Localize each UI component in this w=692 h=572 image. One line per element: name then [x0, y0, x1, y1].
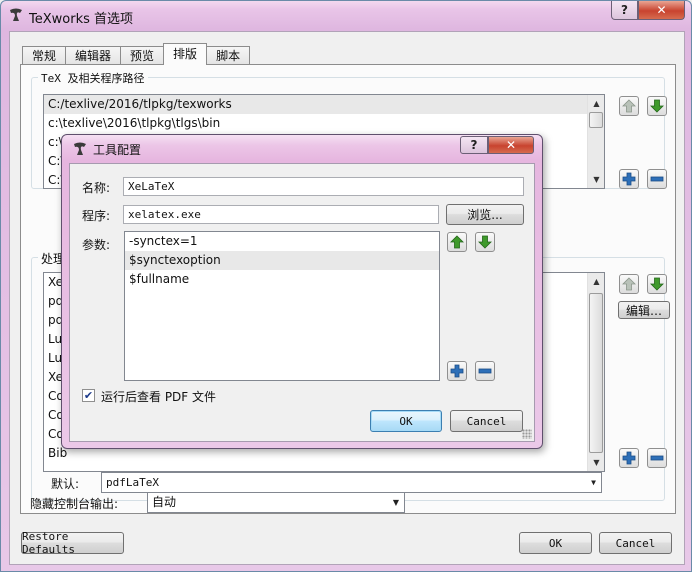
move-up-button[interactable] — [619, 96, 639, 116]
tab-typesetting[interactable]: 排版 — [163, 43, 208, 65]
name-label: 名称: — [82, 181, 111, 195]
scroll-up-icon[interactable]: ▲ — [589, 274, 604, 289]
dialog-cancel-button[interactable]: Cancel — [450, 410, 523, 432]
check-mark-icon: ✔ — [83, 389, 94, 402]
close-button[interactable]: ✕ — [638, 1, 685, 20]
scroll-up-icon[interactable]: ▲ — [589, 96, 604, 111]
tab-bar: 常规 编辑器 预览 排版 脚本 — [22, 43, 251, 65]
texworks-lion-icon — [10, 8, 22, 21]
move-down-button[interactable] — [647, 96, 667, 116]
plus-icon — [622, 172, 636, 186]
tools-scrollbar[interactable]: ▲ ▼ — [587, 273, 604, 471]
default-engine-label: 默认: — [51, 477, 80, 491]
tab-preview[interactable]: 预览 — [120, 46, 165, 65]
arrow-up-icon — [622, 277, 636, 291]
view-pdf-label[interactable]: 运行后查看 PDF 文件 — [101, 388, 216, 405]
restore-defaults-button[interactable]: Restore Defaults — [21, 530, 124, 556]
minus-icon — [478, 368, 492, 374]
plus-icon — [450, 364, 464, 378]
texworks-lion-icon — [74, 142, 86, 155]
add-path-button[interactable] — [619, 169, 639, 189]
name-input[interactable]: XeLaTeX — [123, 177, 524, 196]
tool-move-up-button[interactable] — [619, 274, 639, 294]
arrow-down-icon — [478, 235, 492, 249]
paths-scrollbar[interactable]: ▲ ▼ — [587, 95, 604, 188]
scroll-down-icon[interactable]: ▼ — [589, 172, 604, 187]
list-item[interactable]: c:\texlive\2016\tlpkg\tlgs\bin — [44, 114, 604, 133]
remove-path-button[interactable] — [647, 169, 667, 189]
arg-move-up-button[interactable] — [447, 232, 467, 252]
chevron-down-icon: ▼ — [392, 498, 399, 507]
arg-remove-button[interactable] — [475, 361, 495, 381]
tab-scripts[interactable]: 脚本 — [206, 46, 251, 65]
list-item[interactable]: $fullname — [125, 270, 439, 289]
dialog-ok-button[interactable]: OK — [370, 410, 442, 432]
help-button[interactable]: ? — [611, 1, 638, 20]
scroll-thumb[interactable] — [589, 293, 603, 453]
tool-config-dialog: 工具配置 ? ✕ 名称: XeLaTeX 程序: xelatex.exe 浏览.… — [61, 134, 543, 449]
remove-tool-button[interactable] — [647, 448, 667, 468]
list-item[interactable]: C:/texlive/2016/tlpkg/texworks — [44, 95, 604, 114]
args-label: 参数: — [82, 238, 111, 252]
console-value: 自动 — [152, 495, 177, 509]
dialog-client: 名称: XeLaTeX 程序: xelatex.exe 浏览... 参数: -s… — [69, 163, 535, 442]
program-label: 程序: — [82, 209, 111, 223]
program-input[interactable]: xelatex.exe — [123, 205, 439, 224]
arrow-down-icon — [650, 99, 664, 113]
list-item[interactable]: -synctex=1 — [125, 232, 439, 251]
paths-group-label: TeX 及相关程序路径 — [38, 70, 148, 86]
view-pdf-checkbox[interactable]: ✔ — [82, 389, 95, 402]
dialog-close-button[interactable]: ✕ — [488, 136, 534, 154]
tab-editor[interactable]: 编辑器 — [65, 46, 122, 65]
arrow-down-icon — [650, 277, 664, 291]
edit-tool-button[interactable]: 编辑… — [618, 301, 670, 319]
dialog-help-button[interactable]: ? — [460, 136, 488, 154]
ok-button[interactable]: OK — [519, 532, 592, 554]
resize-grip[interactable] — [522, 429, 532, 439]
list-item[interactable]: $synctexoption — [125, 251, 439, 270]
console-select[interactable]: 自动 ▼ — [147, 492, 405, 513]
scroll-thumb[interactable] — [589, 112, 603, 128]
chevron-down-icon: ▼ — [591, 478, 596, 487]
tool-move-down-button[interactable] — [647, 274, 667, 294]
console-label: 隐藏控制台输出: — [30, 497, 119, 511]
arg-add-button[interactable] — [447, 361, 467, 381]
scroll-down-icon[interactable]: ▼ — [589, 455, 604, 470]
args-list[interactable]: -synctex=1 $synctexoption $fullname — [124, 231, 440, 381]
arg-move-down-button[interactable] — [475, 232, 495, 252]
cancel-button[interactable]: Cancel — [599, 532, 672, 554]
plus-icon — [622, 451, 636, 465]
add-tool-button[interactable] — [619, 448, 639, 468]
arrow-up-icon — [450, 235, 464, 249]
default-engine-value: pdfLaTeX — [106, 476, 159, 489]
dialog-title: 工具配置 — [93, 143, 142, 157]
default-engine-select[interactable]: pdfLaTeX ▼ — [101, 472, 602, 493]
minus-icon — [650, 176, 664, 182]
arrow-up-icon — [622, 99, 636, 113]
minus-icon — [650, 455, 664, 461]
tab-general[interactable]: 常规 — [22, 46, 67, 65]
window-title: TeXworks 首选项 — [29, 12, 134, 27]
browse-button[interactable]: 浏览... — [446, 204, 524, 225]
title-bar[interactable]: TeXworks 首选项 ? ✕ — [1, 1, 691, 31]
